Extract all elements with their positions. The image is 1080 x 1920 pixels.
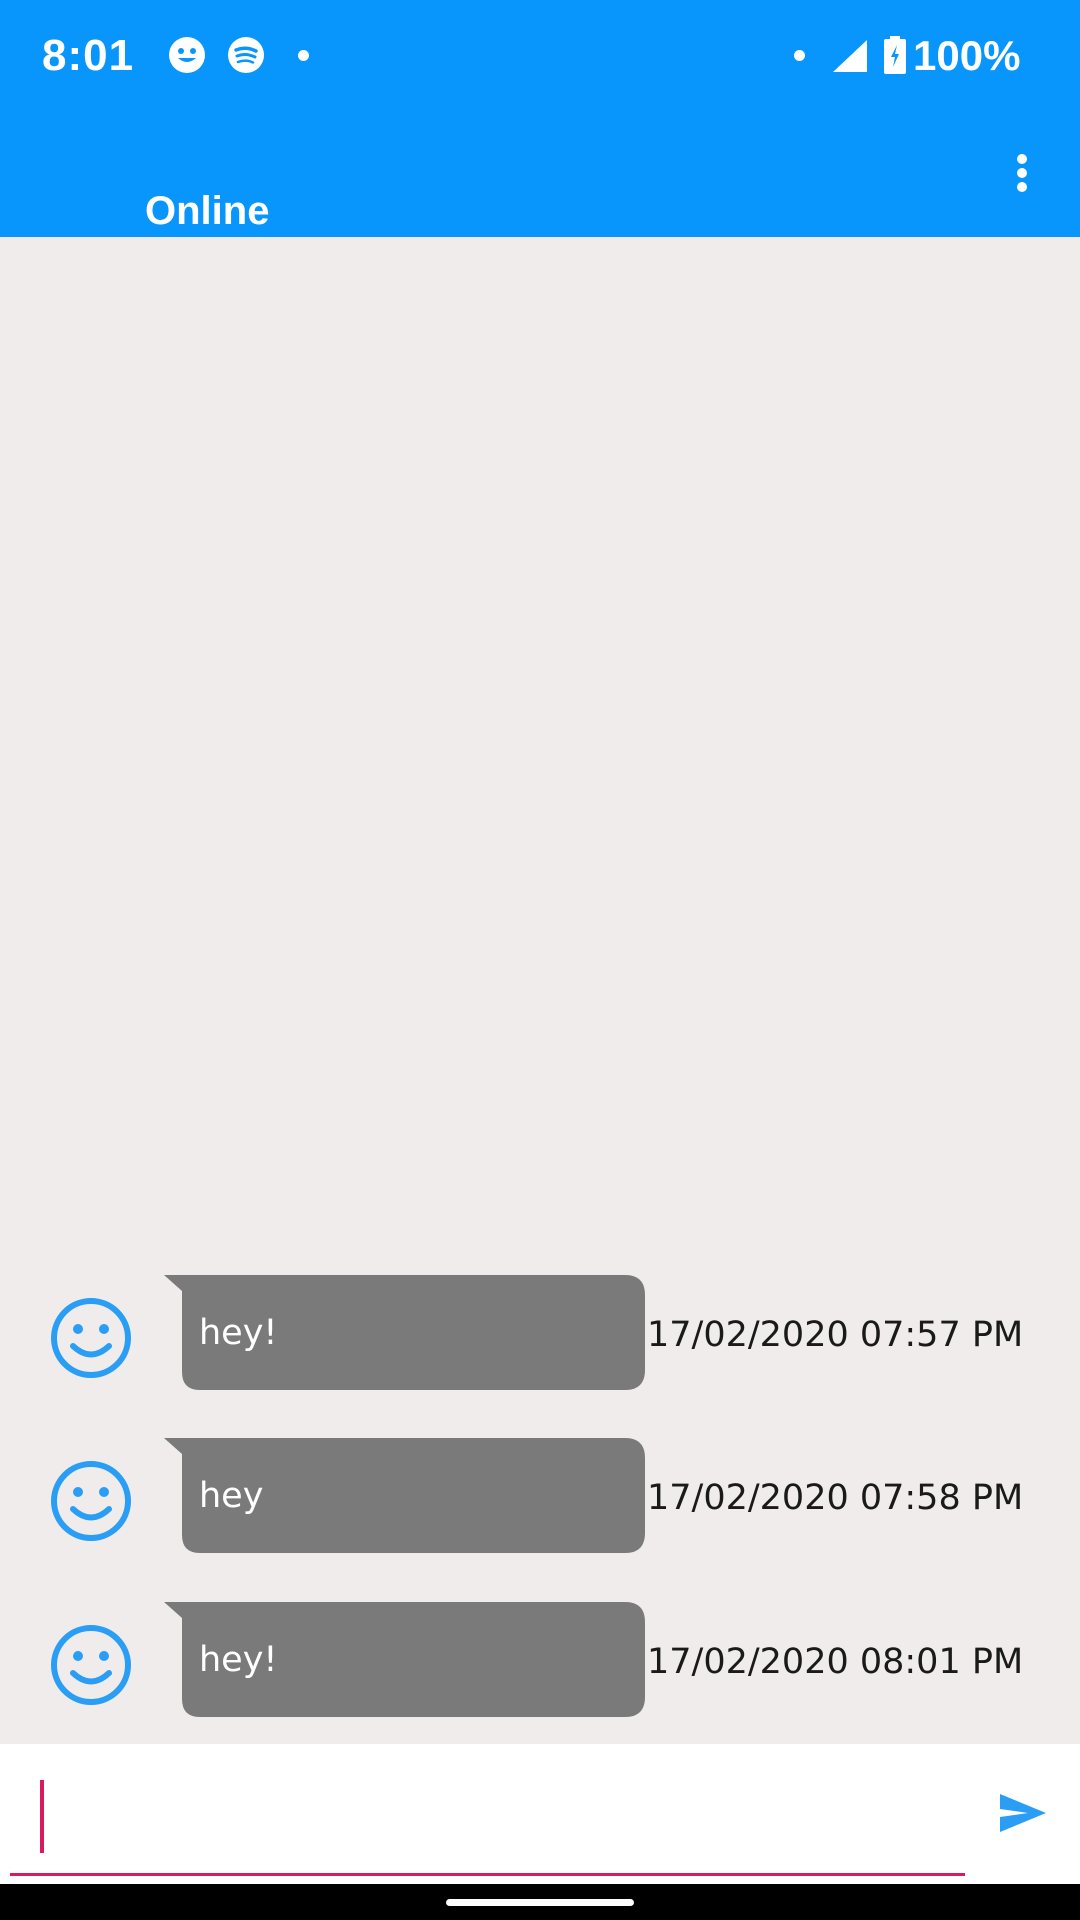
message-text: hey! <box>199 1313 278 1353</box>
smiley-icon <box>51 1625 131 1705</box>
overflow-menu-icon[interactable] <box>1000 148 1044 198</box>
status-time: 8:01 <box>42 31 135 80</box>
smiley-icon <box>51 1461 131 1541</box>
message-bubble[interactable]: hey <box>164 1438 645 1553</box>
message-timestamp: 17/02/2020 08:01 PM <box>647 1642 1024 1682</box>
send-icon[interactable] <box>998 1792 1048 1834</box>
emoji-notification-icon <box>169 37 205 73</box>
app-header: 8:01 100% Online <box>0 0 1080 237</box>
text-cursor <box>40 1780 44 1853</box>
chat-status-title: Online <box>145 189 270 233</box>
system-navigation-bar <box>0 1884 1080 1920</box>
message-row: hey 17/02/2020 07:58 PM <box>0 1438 1080 1553</box>
message-timestamp: 17/02/2020 07:58 PM <box>647 1478 1024 1518</box>
message-timestamp: 17/02/2020 07:57 PM <box>647 1315 1024 1355</box>
message-input[interactable] <box>10 1748 965 1876</box>
home-gesture-handle[interactable] <box>446 1899 634 1906</box>
message-bubble[interactable]: hey! <box>164 1275 645 1390</box>
status-bar: 8:01 100% <box>0 0 1080 110</box>
message-composer <box>0 1744 1080 1884</box>
message-row: hey! 17/02/2020 08:01 PM <box>0 1602 1080 1717</box>
spotify-icon <box>228 37 264 73</box>
message-row: hey! 17/02/2020 07:57 PM <box>0 1275 1080 1390</box>
message-text: hey! <box>199 1640 278 1680</box>
notification-dot-icon <box>794 50 805 61</box>
cell-signal-icon <box>833 40 867 72</box>
notification-dot-icon <box>298 50 309 61</box>
battery-percentage: 100% <box>913 32 1021 79</box>
battery-charging-icon <box>884 36 906 74</box>
message-text: hey <box>199 1476 264 1516</box>
smiley-icon <box>51 1298 131 1378</box>
message-bubble[interactable]: hey! <box>164 1602 645 1717</box>
message-list[interactable]: hey! 17/02/2020 07:57 PM hey 17/02/2020 … <box>0 237 1080 1744</box>
